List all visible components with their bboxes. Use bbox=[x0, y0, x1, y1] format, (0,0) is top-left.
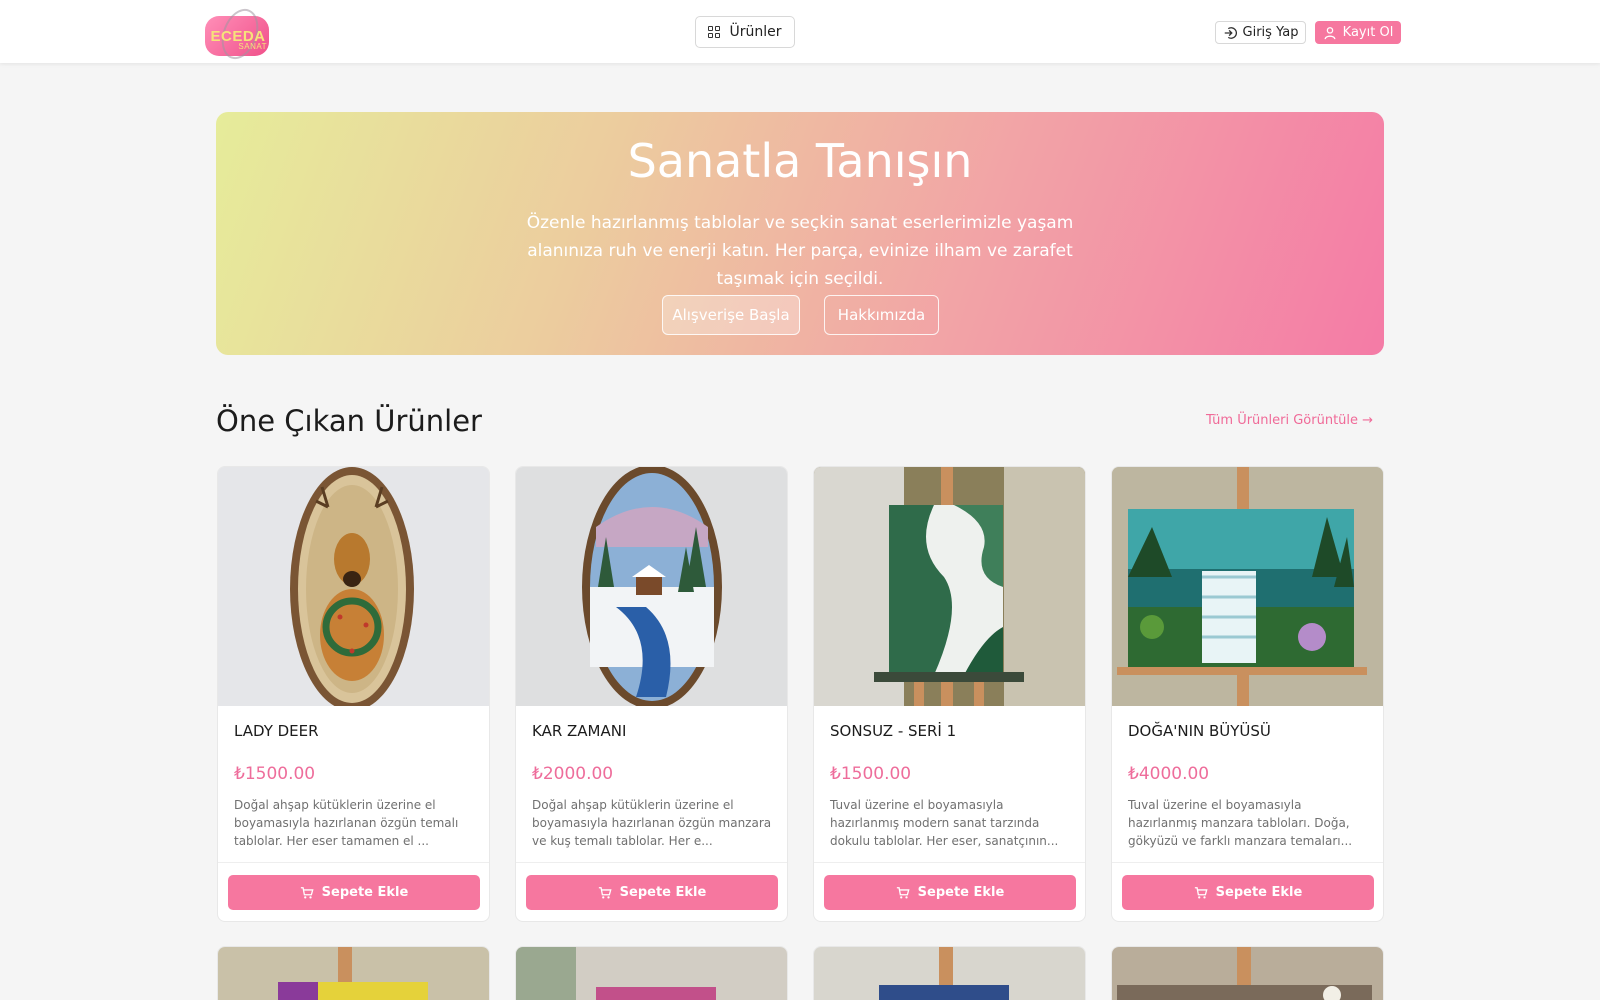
card-divider bbox=[218, 862, 489, 863]
register-button[interactable]: Kayıt Ol bbox=[1315, 21, 1401, 44]
product-price: ₺4000.00 bbox=[1128, 764, 1210, 784]
product-image-kar-zamani[interactable] bbox=[516, 467, 787, 706]
login-label: Giriş Yap bbox=[1242, 25, 1299, 40]
add-to-cart-button[interactable]: Sepete Ekle bbox=[526, 875, 778, 910]
product-description: Doğal ahşap kütüklerin üzerine el boyama… bbox=[234, 798, 459, 848]
product-image-partial[interactable] bbox=[814, 947, 1086, 1000]
add-to-cart-label: Sepete Ekle bbox=[321, 885, 409, 900]
add-to-cart-label: Sepete Ekle bbox=[1215, 885, 1303, 900]
grid-icon bbox=[708, 26, 721, 38]
cart-icon bbox=[1194, 886, 1208, 899]
login-icon bbox=[1224, 26, 1237, 39]
product-card[interactable]: KAR ZAMANI ₺2000.00 Doğal ahşap kütükler… bbox=[515, 466, 788, 922]
card-divider bbox=[1112, 862, 1383, 863]
add-to-cart-label: Sepete Ekle bbox=[619, 885, 707, 900]
product-name[interactable]: DOĞA'NIN BÜYÜSÜ bbox=[1128, 722, 1271, 740]
product-card[interactable]: LADY DEER ₺1500.00 Doğal ahşap kütükleri… bbox=[217, 466, 490, 922]
logo-subtext: SANAT bbox=[238, 42, 267, 51]
hero-banner: Sanatla Tanışın Özenle hazırlanmış tablo… bbox=[216, 112, 1384, 355]
login-button[interactable]: Giriş Yap bbox=[1215, 21, 1306, 44]
add-to-cart-button[interactable]: Sepete Ekle bbox=[1122, 875, 1374, 910]
cart-icon bbox=[598, 886, 612, 899]
cart-icon bbox=[300, 886, 314, 899]
product-description: Doğal ahşap kütüklerin üzerine el boyama… bbox=[532, 798, 772, 848]
product-price: ₺1500.00 bbox=[234, 764, 316, 784]
product-description: Tuval üzerine el boyamasıyla hazırlanmış… bbox=[830, 798, 1059, 848]
product-card-partial[interactable] bbox=[515, 946, 788, 1000]
hero-subtitle: Özenle hazırlanmış tablolar ve seçkin sa… bbox=[526, 213, 1074, 289]
card-divider bbox=[516, 862, 787, 863]
product-description: Tuval üzerine el boyamasıyla hazırlanmış… bbox=[1128, 798, 1353, 848]
view-all-products-link[interactable]: Tüm Ürünleri Görüntüle → bbox=[1206, 413, 1373, 428]
product-card-partial[interactable] bbox=[217, 946, 490, 1000]
product-card-partial[interactable] bbox=[813, 946, 1086, 1000]
cart-icon bbox=[896, 886, 910, 899]
product-name[interactable]: LADY DEER bbox=[234, 722, 319, 740]
product-image-partial[interactable] bbox=[516, 947, 788, 1000]
product-image-lady-deer[interactable] bbox=[218, 467, 489, 706]
hero-title: Sanatla Tanışın bbox=[627, 134, 973, 188]
products-nav-label: Ürünler bbox=[729, 24, 782, 40]
about-us-button[interactable]: Hakkımızda bbox=[824, 295, 939, 335]
product-image-partial[interactable] bbox=[218, 947, 490, 1000]
add-to-cart-label: Sepete Ekle bbox=[917, 885, 1005, 900]
brand-logo[interactable]: ECEDA SANAT bbox=[203, 3, 271, 65]
register-label: Kayıt Ol bbox=[1342, 25, 1394, 40]
add-to-cart-button[interactable]: Sepete Ekle bbox=[228, 875, 480, 910]
product-image-sonsuz-seri-1[interactable] bbox=[814, 467, 1085, 706]
card-divider bbox=[814, 862, 1085, 863]
product-name[interactable]: KAR ZAMANI bbox=[532, 722, 626, 740]
product-image-doganin-buyusu[interactable] bbox=[1112, 467, 1383, 706]
add-to-cart-button[interactable]: Sepete Ekle bbox=[824, 875, 1076, 910]
top-navbar: ECEDA SANAT Ürünler Giriş Yap Kayıt Ol bbox=[0, 0, 1600, 65]
products-nav-button[interactable]: Ürünler bbox=[695, 16, 795, 48]
product-card[interactable]: DOĞA'NIN BÜYÜSÜ ₺4000.00 Tuval üzerine e… bbox=[1111, 466, 1384, 922]
product-image-partial[interactable] bbox=[1112, 947, 1384, 1000]
user-icon bbox=[1324, 26, 1336, 39]
product-name[interactable]: SONSUZ - SERİ 1 bbox=[830, 722, 956, 740]
product-price: ₺2000.00 bbox=[532, 764, 614, 784]
featured-products-title: Öne Çıkan Ürünler bbox=[216, 404, 482, 438]
product-card[interactable]: SONSUZ - SERİ 1 ₺1500.00 Tuval üzerine e… bbox=[813, 466, 1086, 922]
product-card-partial[interactable] bbox=[1111, 946, 1384, 1000]
product-price: ₺1500.00 bbox=[830, 764, 912, 784]
start-shopping-button[interactable]: Alışverişe Başla bbox=[662, 295, 800, 335]
